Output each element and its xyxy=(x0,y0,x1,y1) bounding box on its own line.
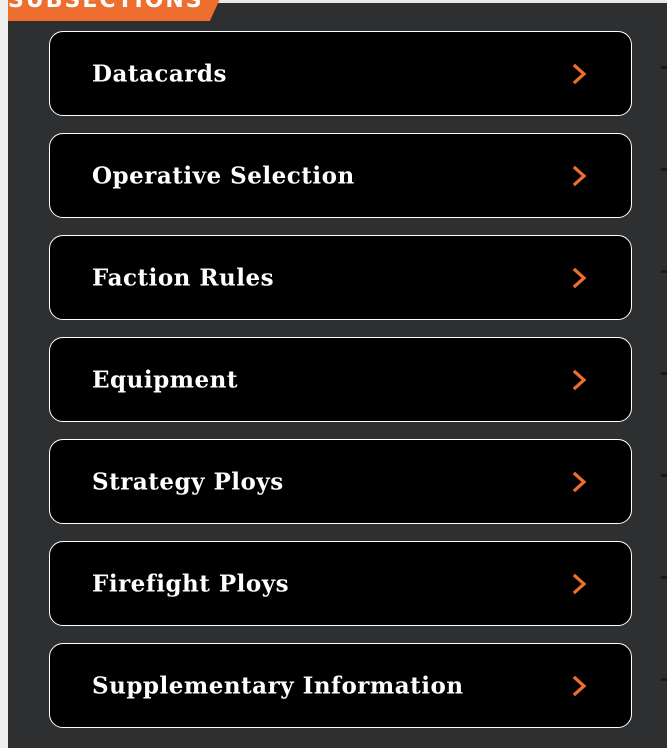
background-strip xyxy=(0,0,8,748)
page: SUBSECTIONS Datacards Operative Selectio… xyxy=(0,0,667,748)
nav-item-equipment[interactable]: Equipment xyxy=(49,337,632,422)
side-marker xyxy=(657,474,667,478)
chevron-right-icon xyxy=(572,675,587,696)
nav-item-strategy-ploys[interactable]: Strategy Ploys xyxy=(49,439,632,524)
section-header-tab: SUBSECTIONS xyxy=(8,0,225,21)
chevron-right-icon xyxy=(572,165,587,186)
nav-item-label: Datacards xyxy=(92,60,227,87)
nav-item-operative-selection[interactable]: Operative Selection xyxy=(49,133,632,218)
chevron-right-icon xyxy=(572,369,587,390)
chevron-right-icon xyxy=(572,573,587,594)
nav-item-label: Strategy Ploys xyxy=(92,468,284,495)
nav-item-label: Equipment xyxy=(92,366,238,393)
side-marker xyxy=(657,270,667,274)
side-marker xyxy=(657,678,667,682)
side-marker xyxy=(657,168,667,172)
side-marker xyxy=(657,372,667,376)
nav-item-supplementary-information[interactable]: Supplementary Information xyxy=(49,643,632,728)
nav-item-label: Supplementary Information xyxy=(92,672,464,699)
chevron-right-icon xyxy=(572,63,587,84)
chevron-right-icon xyxy=(572,267,587,288)
nav-item-label: Operative Selection xyxy=(92,162,355,189)
nav-item-faction-rules[interactable]: Faction Rules xyxy=(49,235,632,320)
side-marker xyxy=(657,66,667,70)
chevron-right-icon xyxy=(572,471,587,492)
subsections-panel: SUBSECTIONS Datacards Operative Selectio… xyxy=(8,0,667,748)
nav-item-label: Firefight Ploys xyxy=(92,570,290,597)
nav-item-label: Faction Rules xyxy=(92,264,275,291)
section-header-label: SUBSECTIONS xyxy=(8,0,204,13)
nav-item-datacards[interactable]: Datacards xyxy=(49,31,632,116)
nav-item-firefight-ploys[interactable]: Firefight Ploys xyxy=(49,541,632,626)
side-marker xyxy=(657,576,667,580)
